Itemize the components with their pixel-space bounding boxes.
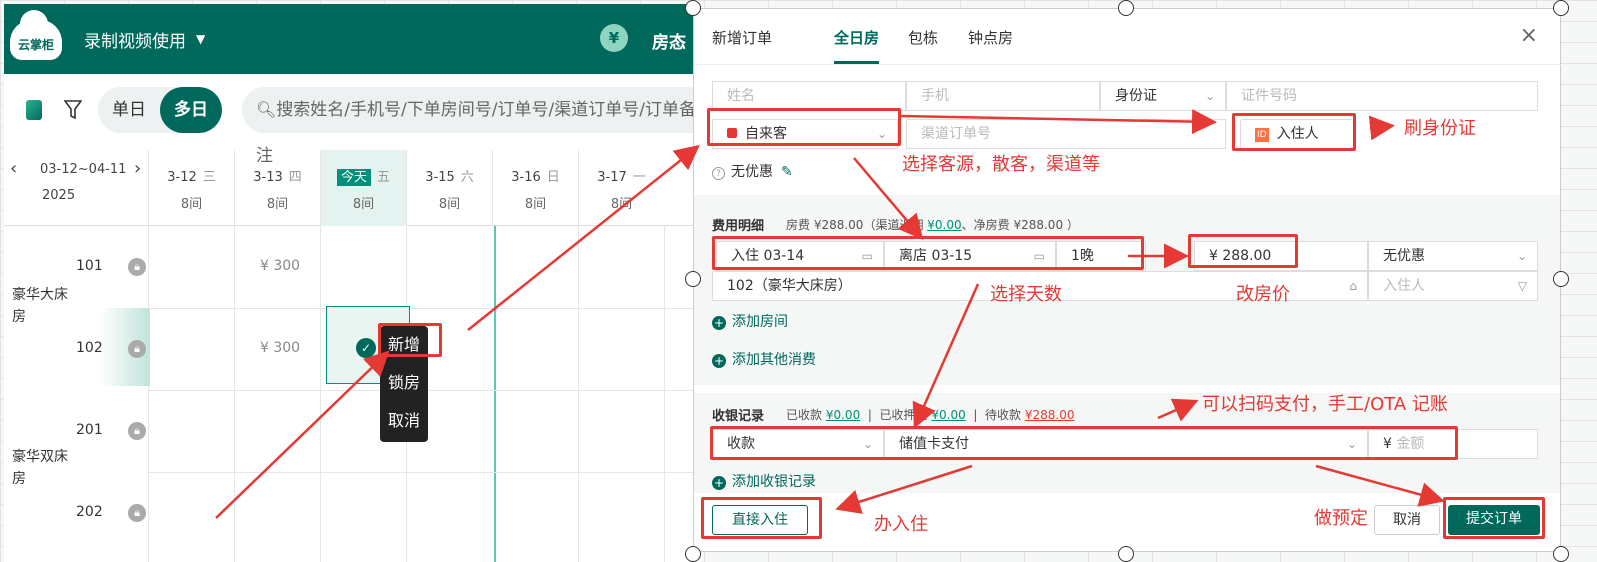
annotation-text: 刷身份证 [1404, 118, 1476, 139]
annotation-text: 可以扫码支付，手工/OTA 记账 [1202, 394, 1448, 415]
annotation-text: 选择天数 [990, 284, 1062, 305]
annotation-arrows [215, 109, 1445, 519]
annotation-text: 选择客源，散客，渠道等 [902, 154, 1100, 175]
annotation-text: 改房价 [1236, 284, 1290, 305]
annotation-text: 做预定 [1314, 508, 1368, 529]
annotation-text: 办入住 [874, 514, 928, 535]
